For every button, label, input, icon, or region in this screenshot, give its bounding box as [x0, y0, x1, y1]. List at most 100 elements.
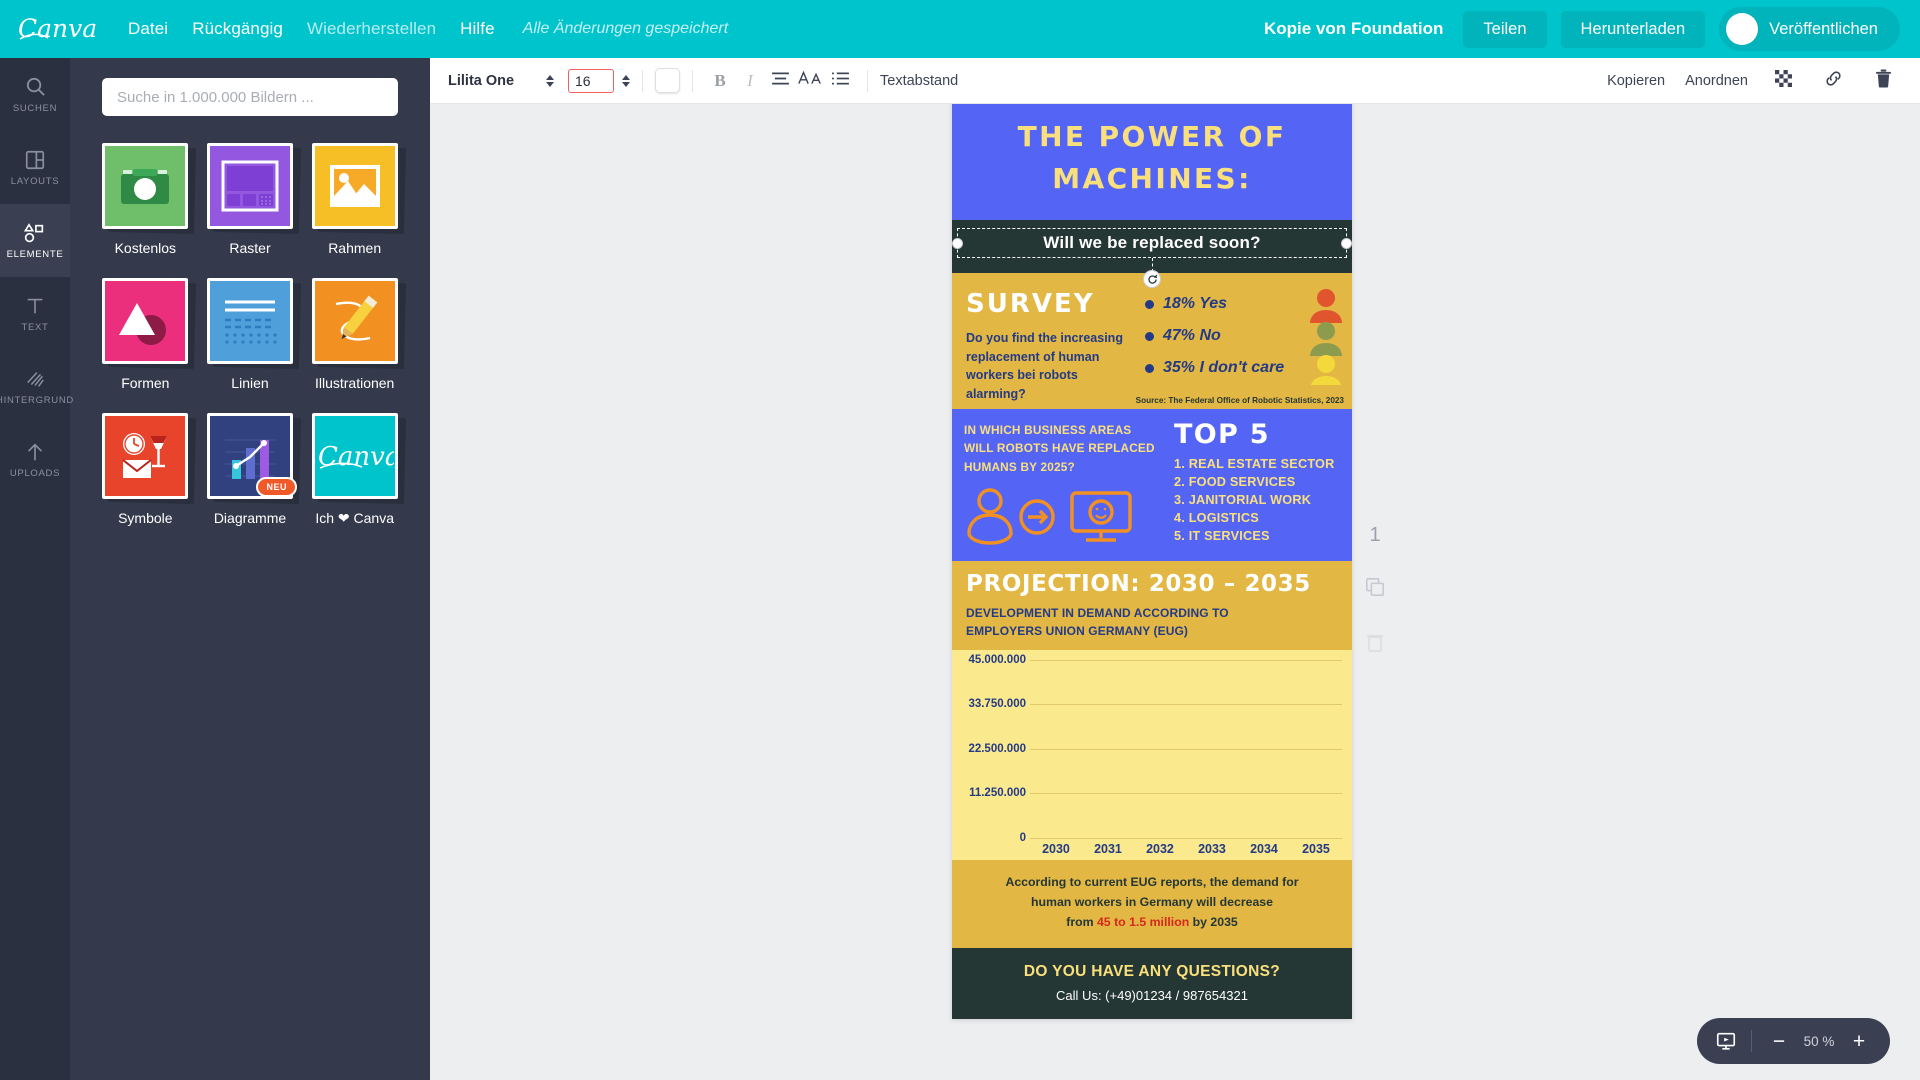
y-tick-label: 22.500.000 [968, 742, 1026, 755]
shapes-icon [102, 278, 189, 364]
menu-item-datei[interactable]: Datei [128, 19, 168, 39]
delete-button[interactable] [1868, 66, 1898, 96]
element-tile-symbole[interactable]: Symbole [100, 413, 197, 527]
tile-label: Raster [229, 240, 271, 256]
bold-button[interactable]: B [705, 66, 735, 96]
bullet-icon [1145, 299, 1154, 309]
delete-page-button[interactable] [1366, 632, 1384, 657]
x-tick-label: 2030 [1042, 841, 1070, 856]
pencil-icon [311, 278, 398, 364]
menu-item-undo[interactable]: Rückgängig [192, 19, 283, 39]
canva-script-icon: Canva [311, 413, 398, 499]
projection-note[interactable]: According to current EUG reports, the de… [952, 859, 1352, 948]
toolbar-divider [867, 69, 868, 92]
font-family-select[interactable]: Lilita One [448, 73, 538, 89]
top5-heading: TOP 5 [1174, 419, 1270, 450]
sidebar-item-elemente[interactable]: ELEMENTE [0, 204, 70, 277]
survey-answer: Yes [1199, 295, 1228, 312]
survey-result-text-2: 35% I don't care [1163, 359, 1284, 377]
y-tick-label: 0 [1019, 831, 1026, 844]
search-icon [24, 75, 47, 98]
text-toolbar: Lilita One B I [430, 58, 1920, 104]
projection-subtitle-line1: DEVELOPMENT IN DEMAND ACCORDING TO [966, 606, 1229, 621]
zoom-in-button[interactable]: + [1846, 1028, 1872, 1054]
layouts-icon [24, 149, 46, 171]
sidebar-item-layouts[interactable]: LAYOUTS [0, 131, 70, 204]
lines-icon [206, 278, 293, 364]
projection-header[interactable]: PROJECTION: 2030 – 2035 DEVELOPMENT IN D… [952, 560, 1352, 650]
text-color-swatch[interactable] [655, 68, 680, 93]
tile-label: Illustrationen [314, 375, 395, 391]
infographic-subtitle[interactable]: Will we be replaced soon? [960, 233, 1344, 253]
text-spacing-button[interactable]: Textabstand [880, 73, 958, 89]
element-tile-illustrationen[interactable]: Illustrationen [309, 278, 406, 391]
present-icon[interactable] [1715, 1030, 1737, 1052]
camera-icon [102, 143, 189, 229]
element-tile-raster[interactable]: Raster [205, 143, 302, 256]
x-tick-label: 2034 [1250, 841, 1278, 856]
upload-icon [24, 441, 46, 463]
zoom-out-button[interactable]: − [1766, 1028, 1792, 1054]
chart-plot-area: 45.000.000 33.750.000 22.500.000 11.250.… [962, 654, 1342, 844]
survey-answer: I don't care [1199, 359, 1285, 376]
tile-label: Formen [121, 375, 170, 391]
font-family-stepper[interactable] [546, 74, 554, 87]
letter-case-icon [797, 70, 823, 91]
element-tile-rahmen[interactable]: Rahmen [309, 143, 406, 256]
top5-right: TOP 5 1. REAL ESTATE SECTOR 2. FOOD SERV… [1164, 419, 1340, 551]
infographic-header[interactable]: THE POWER OF MACHINES: [952, 104, 1352, 220]
bar-chart[interactable]: 45.000.000 33.750.000 22.500.000 11.250.… [952, 649, 1352, 860]
projection-subtitle: DEVELOPMENT IN DEMAND ACCORDING TO EMPLO… [966, 605, 1338, 640]
sidebar-item-hintergrund[interactable]: HINTERGRUND [0, 350, 73, 423]
sidebar-label: SUCHEN [12, 103, 58, 114]
font-size-input[interactable] [568, 68, 614, 93]
transparency-button[interactable] [1768, 66, 1798, 96]
survey-pct: 35% [1163, 359, 1196, 376]
design-page[interactable]: THE POWER OF MACHINES: Will we be replac… [952, 104, 1352, 1019]
sidebar-item-suchen[interactable]: SUCHEN [0, 58, 70, 131]
survey-answer: No [1199, 327, 1221, 344]
canvas-workspace[interactable]: THE POWER OF MACHINES: Will we be replac… [430, 104, 1920, 1080]
list-button[interactable] [825, 66, 855, 96]
font-size-stepper[interactable] [622, 74, 630, 87]
copy-button[interactable]: Kopieren [1607, 73, 1665, 89]
svg-text:Canva: Canva [18, 14, 97, 43]
toolbar-actions: Kopieren Anordnen [1607, 66, 1898, 96]
duplicate-page-button[interactable] [1365, 577, 1385, 602]
infographic-subtitle-block[interactable]: Will we be replaced soon? [952, 220, 1352, 288]
element-tile-formen[interactable]: Formen [100, 278, 197, 391]
search-box[interactable] [102, 78, 398, 116]
bullet-list-icon [831, 71, 850, 91]
document-title[interactable]: Kopie von Foundation [1264, 19, 1443, 39]
publish-label: Veröffentlichen [1769, 19, 1878, 38]
survey-section[interactable]: SURVEY Do you find the increasing replac… [952, 273, 1352, 409]
rotate-handle[interactable] [1143, 270, 1161, 288]
element-tile-kostenlos[interactable]: Kostenlos [100, 143, 197, 256]
tile-label: Ich ❤ Canva [315, 510, 394, 526]
sidebar-label: HINTERGRUND [0, 394, 74, 406]
sidebar-item-text[interactable]: TEXT [0, 277, 70, 350]
share-button[interactable]: Teilen [1463, 10, 1547, 48]
letter-case-button[interactable] [795, 66, 825, 96]
top5-list: 1. REAL ESTATE SECTOR 2. FOOD SERVICES 3… [1174, 455, 1340, 545]
menu-item-hilfe[interactable]: Hilfe [460, 19, 495, 39]
note-line3-post: by 2035 [1189, 914, 1238, 929]
note-line1: According to current EUG reports, the de… [1005, 874, 1299, 889]
sidebar-item-uploads[interactable]: UPLOADS [0, 423, 70, 496]
italic-button[interactable]: I [735, 66, 765, 96]
publish-button[interactable]: Veröffentlichen [1719, 7, 1900, 51]
search-input[interactable] [102, 78, 398, 116]
arrange-button[interactable]: Anordnen [1685, 73, 1748, 89]
link-button[interactable] [1818, 66, 1848, 96]
link-icon [1824, 69, 1843, 93]
element-tile-ich-liebe-canva[interactable]: Canva Ich ❤ Canva [309, 413, 406, 527]
infographic-footer[interactable]: DO YOU HAVE ANY QUESTIONS? Call Us: (+49… [952, 947, 1352, 1019]
menu-item-redo[interactable]: Wiederherstellen [307, 19, 436, 39]
canva-logo[interactable]: Canva [18, 12, 110, 46]
align-button[interactable] [765, 66, 795, 96]
element-tile-diagramme[interactable]: NEU Diagramme [205, 413, 302, 527]
element-tile-linien[interactable]: Linien [205, 278, 302, 391]
page-number: 1 [1369, 524, 1381, 546]
download-button[interactable]: Herunterladen [1560, 10, 1706, 48]
top5-section[interactable]: IN WHICH BUSINESS AREAS WILL ROBOTS HAVE… [952, 409, 1352, 561]
